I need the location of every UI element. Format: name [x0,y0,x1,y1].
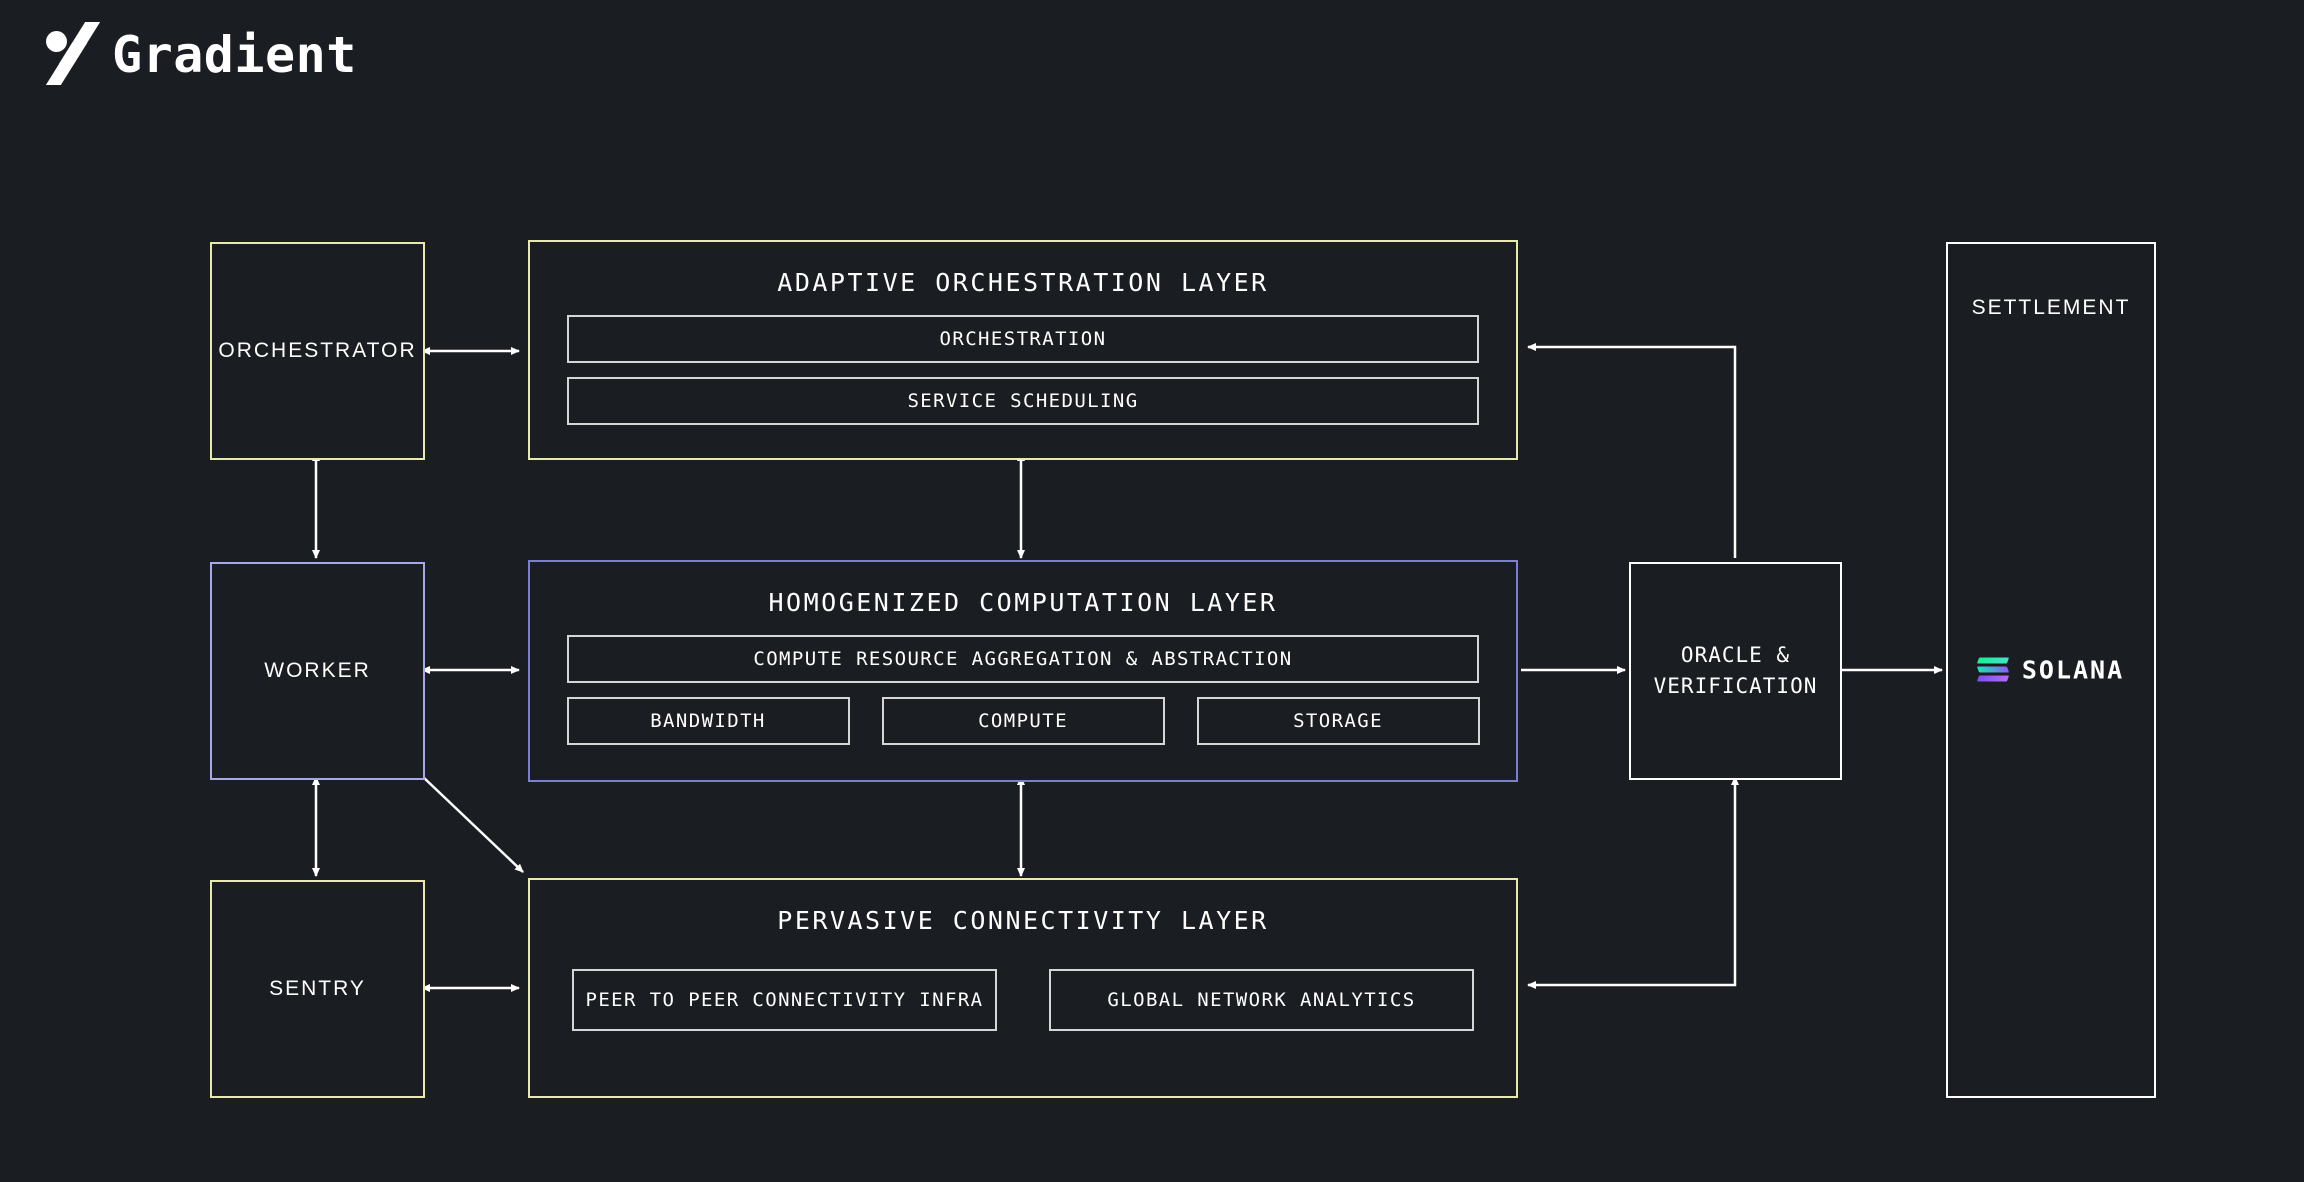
sub-compute-resource-aggregation[interactable]: COMPUTE RESOURCE AGGREGATION & ABSTRACTI… [567,635,1479,683]
solana-bar-bottom-shape [1976,675,2009,682]
node-orchestrator-label: ORCHESTRATOR [218,339,417,363]
layer-computation-title: HOMOGENIZED COMPUTATION LAYER [768,588,1278,617]
layer-orchestration-row-2: SERVICE SCHEDULING [567,377,1479,425]
sub-global-network-analytics[interactable]: GLOBAL NETWORK ANALYTICS [1049,969,1474,1031]
sub-orchestration[interactable]: ORCHESTRATION [567,315,1479,363]
solana-bar-top-shape [1976,657,2009,664]
oracle-label-line-2: VERIFICATION [1653,674,1818,698]
connector-oracle-to-orchestration-elbow [1527,343,1737,558]
sub-compute[interactable]: COMPUTE [881,697,1165,745]
architecture-diagram: Gradient ORCHESTRATOR WORKER SENTRY ORAC… [0,0,2304,1182]
layer-connectivity-row-1: PEER TO PEER CONNECTIVITY INFRA GLOBAL N… [572,969,1474,1031]
node-worker[interactable]: WORKER [210,562,425,780]
node-oracle-verification-label: ORACLE & VERIFICATION [1654,640,1818,703]
layer-computation: HOMOGENIZED COMPUTATION LAYER COMPUTE RE… [528,560,1518,782]
sub-peer-to-peer-connectivity-infra[interactable]: PEER TO PEER CONNECTIVITY INFRA [572,969,997,1031]
solana-bar-middle-shape [1976,666,2009,673]
layer-connectivity-title: PERVASIVE CONNECTIVITY LAYER [777,906,1269,935]
node-settlement-label: SETTLEMENT [1971,296,2131,319]
node-oracle-verification[interactable]: ORACLE & VERIFICATION [1629,562,1842,780]
connector-worker-to-connectivity-diagonal [421,775,524,873]
solana-wordmark: SOLANA [2021,655,2125,685]
layer-orchestration: ADAPTIVE ORCHESTRATION LAYER ORCHESTRATI… [528,240,1518,460]
layer-connectivity: PERVASIVE CONNECTIVITY LAYER PEER TO PEE… [528,878,1518,1098]
brand-logo: Gradient [38,22,357,85]
oracle-label-line-1: ORACLE & [1680,642,1791,667]
layer-orchestration-title: ADAPTIVE ORCHESTRATION LAYER [777,268,1269,297]
layer-computation-row-2: BANDWIDTH COMPUTE STORAGE [566,697,1480,745]
sub-service-scheduling[interactable]: SERVICE SCHEDULING [567,377,1479,425]
solana-logo-icon [1976,657,2009,683]
sub-storage[interactable]: STORAGE [1196,697,1480,745]
connector-oracle-to-connectivity-elbow [1527,776,1739,989]
layer-computation-row-1: COMPUTE RESOURCE AGGREGATION & ABSTRACTI… [567,635,1479,683]
solana-badge: SOLANA [1948,656,2154,685]
node-sentry-label: SENTRY [269,977,366,1001]
gradient-logo-icon [38,22,101,85]
node-worker-label: WORKER [264,659,371,683]
node-orchestrator[interactable]: ORCHESTRATOR [210,242,425,460]
layer-orchestration-row-1: ORCHESTRATION [567,315,1479,363]
sub-bandwidth[interactable]: BANDWIDTH [566,697,850,745]
node-settlement[interactable]: SETTLEMENT SOLANA [1946,242,2156,1098]
brand-name: Gradient [112,26,357,84]
node-sentry[interactable]: SENTRY [210,880,425,1098]
logo-dot-shape [46,31,67,52]
